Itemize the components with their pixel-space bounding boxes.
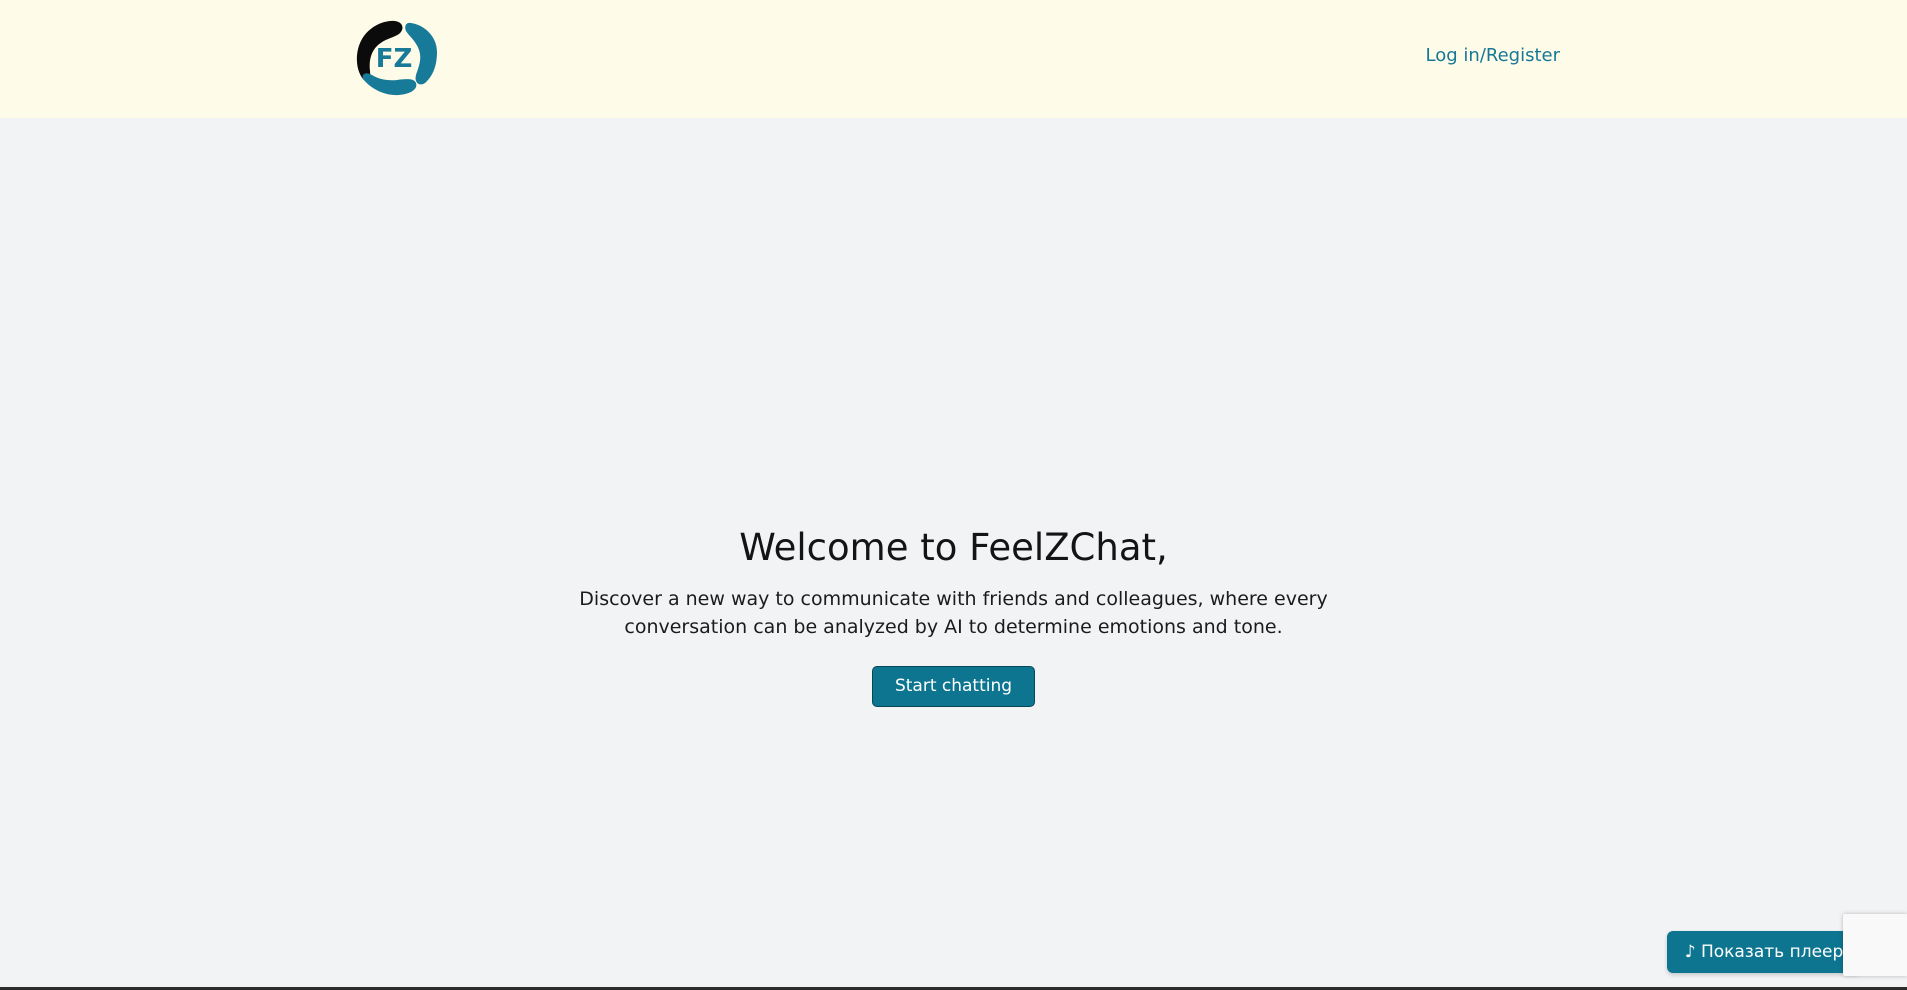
site-header: FZ Log in/Register [0, 0, 1907, 118]
start-chatting-button[interactable]: Start chatting [871, 666, 1036, 707]
login-register-link[interactable]: Log in/Register [1410, 45, 1560, 66]
page-title: Welcome to FeelZChat, [739, 526, 1168, 569]
hero-section: Welcome to FeelZChat, Discover a new way… [0, 515, 1907, 707]
feelzchat-logo-icon[interactable]: FZ [353, 17, 439, 99]
hero-description: Discover a new way to communicate with f… [579, 588, 1328, 638]
show-player-button[interactable]: ♪ Показать плеер [1667, 931, 1861, 973]
logo-text: FZ [376, 44, 413, 74]
recaptcha-badge[interactable] [1843, 914, 1907, 976]
